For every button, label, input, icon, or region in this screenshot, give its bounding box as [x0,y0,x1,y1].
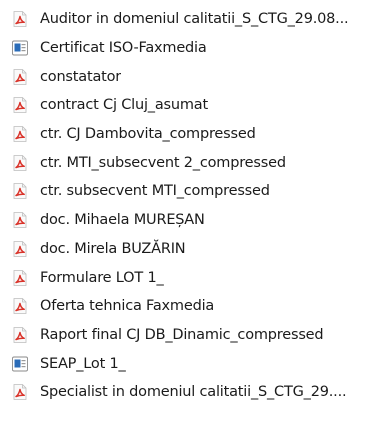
list-item[interactable]: Formulare LOT 1_ [0,263,369,292]
document-icon [10,38,30,58]
file-name: Auditor in domeniul calitatii_S_CTG_29.0… [40,11,349,28]
pdf-icon [10,95,30,115]
list-item[interactable]: constatator [0,62,369,91]
pdf-icon [10,181,30,201]
list-item[interactable]: doc. Mihaela MUREȘAN [0,206,369,235]
pdf-icon [10,268,30,288]
list-item[interactable]: doc. Mirela BUZĂRIN [0,235,369,264]
pdf-icon [10,239,30,259]
list-item[interactable]: Certificat ISO-Faxmedia [0,34,369,63]
file-name: Formulare LOT 1_ [40,269,164,286]
pdf-icon [10,210,30,230]
pdf-icon [10,296,30,316]
document-icon [10,354,30,374]
file-name: doc. Mihaela MUREȘAN [40,212,205,229]
file-name: ctr. MTI_subsecvent 2_compressed [40,154,286,171]
file-name: ctr. CJ Dambovita_compressed [40,126,256,143]
file-list: Auditor in domeniul calitatii_S_CTG_29.0… [0,0,369,438]
pdf-icon [10,153,30,173]
file-name: constatator [40,68,122,85]
file-name: contract Cj Cluj_asumat [40,97,208,114]
list-item[interactable]: ctr. subsecvent MTI_compressed [0,177,369,206]
file-name: Certificat ISO-Faxmedia [40,40,207,57]
file-name: Specialist in domeniul calitatii_S_CTG_2… [40,384,347,401]
file-name: doc. Mirela BUZĂRIN [40,240,186,257]
list-item[interactable]: ctr. CJ Dambovita_compressed [0,120,369,149]
pdf-icon [10,9,30,29]
list-item[interactable]: SEAP_Lot 1_ [0,349,369,378]
pdf-icon [10,124,30,144]
pdf-icon [10,67,30,87]
list-item[interactable]: contract Cj Cluj_asumat [0,91,369,120]
list-item[interactable]: Oferta tehnica Faxmedia [0,292,369,321]
pdf-icon [10,325,30,345]
list-item[interactable]: Specialist in domeniul calitatii_S_CTG_2… [0,378,369,407]
file-name: Raport final CJ DB_Dinamic_compressed [40,326,324,343]
file-name: Oferta tehnica Faxmedia [40,298,215,315]
list-item[interactable]: Raport final CJ DB_Dinamic_compressed [0,321,369,350]
pdf-icon [10,382,30,402]
list-item[interactable]: ctr. MTI_subsecvent 2_compressed [0,148,369,177]
file-name: ctr. subsecvent MTI_compressed [40,183,270,200]
list-item[interactable]: Auditor in domeniul calitatii_S_CTG_29.0… [0,5,369,34]
file-name: SEAP_Lot 1_ [40,355,126,372]
